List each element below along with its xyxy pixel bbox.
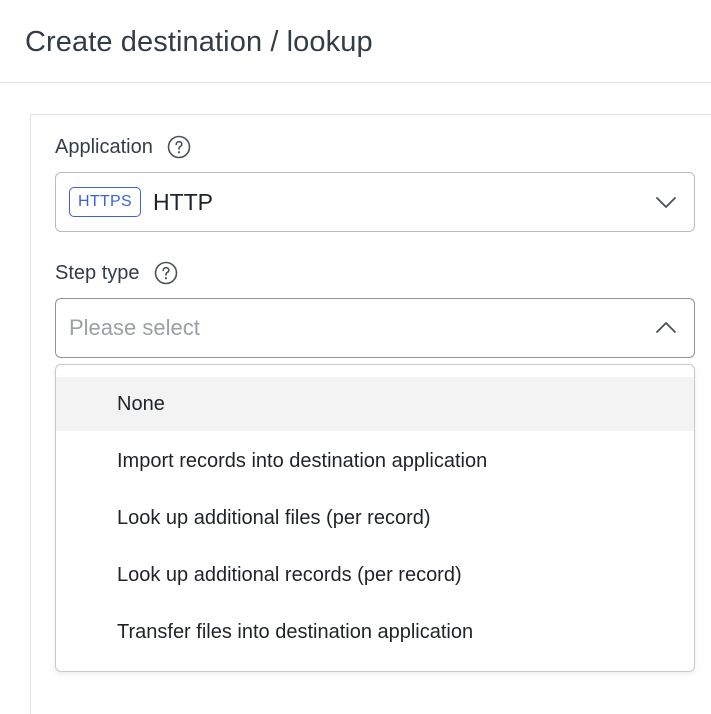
option-import-records[interactable]: Import records into destination applicat… bbox=[56, 434, 694, 488]
question-circle-icon[interactable] bbox=[167, 135, 191, 159]
application-label-row: Application bbox=[55, 135, 191, 159]
step-type-label-row: Step type bbox=[55, 261, 178, 285]
question-circle-icon[interactable] bbox=[154, 261, 178, 285]
application-label: Application bbox=[55, 136, 153, 158]
application-select[interactable]: HTTPS HTTP bbox=[55, 172, 695, 232]
page-title: Create destination / lookup bbox=[25, 26, 373, 58]
https-badge: HTTPS bbox=[69, 187, 141, 217]
step-type-dropdown: None Import records into destination app… bbox=[55, 364, 695, 672]
application-value: HTTP bbox=[152, 189, 214, 215]
chevron-up-icon[interactable] bbox=[654, 316, 678, 340]
option-look-up-records[interactable]: Look up additional records (per record) bbox=[56, 548, 694, 602]
option-none[interactable]: None bbox=[56, 377, 694, 431]
step-type-select[interactable]: Please select bbox=[55, 298, 695, 358]
step-type-label: Step type bbox=[55, 262, 140, 284]
option-transfer-files[interactable]: Transfer files into destination applicat… bbox=[56, 605, 694, 659]
page-header: Create destination / lookup bbox=[0, 0, 711, 83]
step-type-placeholder: Please select bbox=[69, 315, 200, 340]
chevron-down-icon[interactable] bbox=[654, 190, 678, 214]
option-look-up-files[interactable]: Look up additional files (per record) bbox=[56, 491, 694, 545]
